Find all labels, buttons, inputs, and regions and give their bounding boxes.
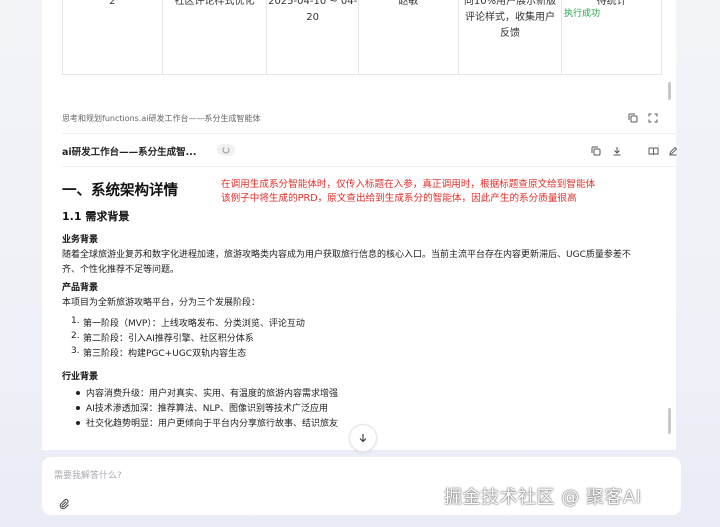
list-item: 第一阶段（MVP）：上线攻略发布、分类浏览、评论互动 [83, 319, 305, 329]
document-title[interactable]: ai研发工作台——系分生成智... [62, 144, 197, 158]
section-divider [62, 133, 677, 134]
status-badge: 执行成功 [564, 9, 601, 19]
table-cell-description: 向10%用户展示新版 评论样式，收集用户 反馈 [459, 0, 563, 74]
table-cell-index: 2 [63, 0, 163, 74]
tool-call-title: 思考和规划functions.ai研发工作台——系分生成智能体 [62, 113, 261, 123]
heading-product: 产品背景 [62, 283, 99, 293]
bullet-dot [76, 421, 80, 425]
list-number: 3. [71, 346, 80, 356]
bullet-dot [76, 391, 80, 395]
bullet-dot [76, 406, 80, 410]
list-number: 1. [71, 316, 80, 326]
watermark-text: 掘金技术社区 @ 聚客AI [444, 487, 642, 508]
scrollbar-thumb[interactable] [668, 408, 671, 434]
list-item: AI技术渗透加深：推荐算法、NLP、图像识别等技术广泛应用 [86, 404, 328, 414]
paragraph: 本项目为全新旅游攻略平台，分为三个发展阶段： [62, 298, 261, 308]
scrollbar-thumb[interactable] [668, 82, 671, 100]
annotation-line: 在调用生成系分智能体时，仅传入标题在入参，真正调用时，根据标题查原文给到智能体 [221, 179, 596, 190]
paperclip-icon[interactable] [58, 495, 70, 510]
list-item: 第二阶段：引入AI推荐引擎、社区积分体系 [83, 334, 254, 344]
document-body: 一、系统架构详情 在调用生成系分智能体时，仅传入标题在入参，真正调用时，根据标题… [62, 170, 662, 432]
table-cell-owner: 赵敏 [359, 0, 459, 74]
paragraph: 齐、个性化推荐不足等问题。 [62, 265, 180, 275]
spinner-icon [217, 144, 235, 156]
tool-call-header: 思考和规划functions.ai研发工作台——系分生成智能体 [62, 106, 662, 130]
heading-level-2: 1.1 需求背景 [62, 210, 130, 223]
list-item: 社交化趋势明显：用户更倾向于平台内分享旅行故事、结识旅友 [86, 419, 339, 429]
list-number: 2. [71, 331, 80, 341]
copy-icon[interactable] [590, 145, 602, 157]
copy-icon[interactable] [627, 112, 639, 124]
chat-content-panel: 2 社区评论样式优化 2025-04-10 ~ 04- 20 赵敏 向10%用户… [42, 0, 679, 450]
list-item: 内容消费升级：用户对真实、实用、有温度的旅游内容需求增强 [86, 389, 339, 399]
book-icon[interactable] [647, 145, 659, 157]
paragraph: 随着全球旅游业复苏和数字化进程加速，旅游攻略类内容成为用户获取旅行信息的核心入口… [62, 250, 631, 260]
table-cell-feature: 社区评论样式优化 [163, 0, 268, 74]
scroll-to-bottom-button[interactable] [349, 424, 377, 452]
expand-icon[interactable] [647, 112, 659, 124]
heading-business: 业务背景 [62, 235, 99, 245]
chat-input-placeholder[interactable]: 需要我解答什么? [54, 468, 122, 481]
list-item: 第三阶段：构建PGC+UGC双轨内容生态 [83, 349, 247, 359]
download-icon[interactable] [611, 145, 623, 157]
heading-industry: 行业背景 [62, 372, 99, 382]
document-header: ai研发工作台——系分生成智... [62, 140, 679, 164]
heading-level-1: 一、系统架构详情 [62, 183, 178, 199]
arrow-down-icon [359, 434, 367, 443]
annotation-note: 在调用生成系分智能体时，仅传入标题在入参，真正调用时，根据标题查原文给到智能体 … [221, 178, 595, 205]
section-divider [62, 166, 677, 167]
annotation-line: 该例子中将生成的PRD，原文查出给到生成系分的智能体，因此产生的系分质量很高 [221, 192, 577, 204]
table-cell-date: 2025-04-10 ~ 04- 20 [267, 0, 360, 74]
edit-icon[interactable] [667, 145, 679, 157]
